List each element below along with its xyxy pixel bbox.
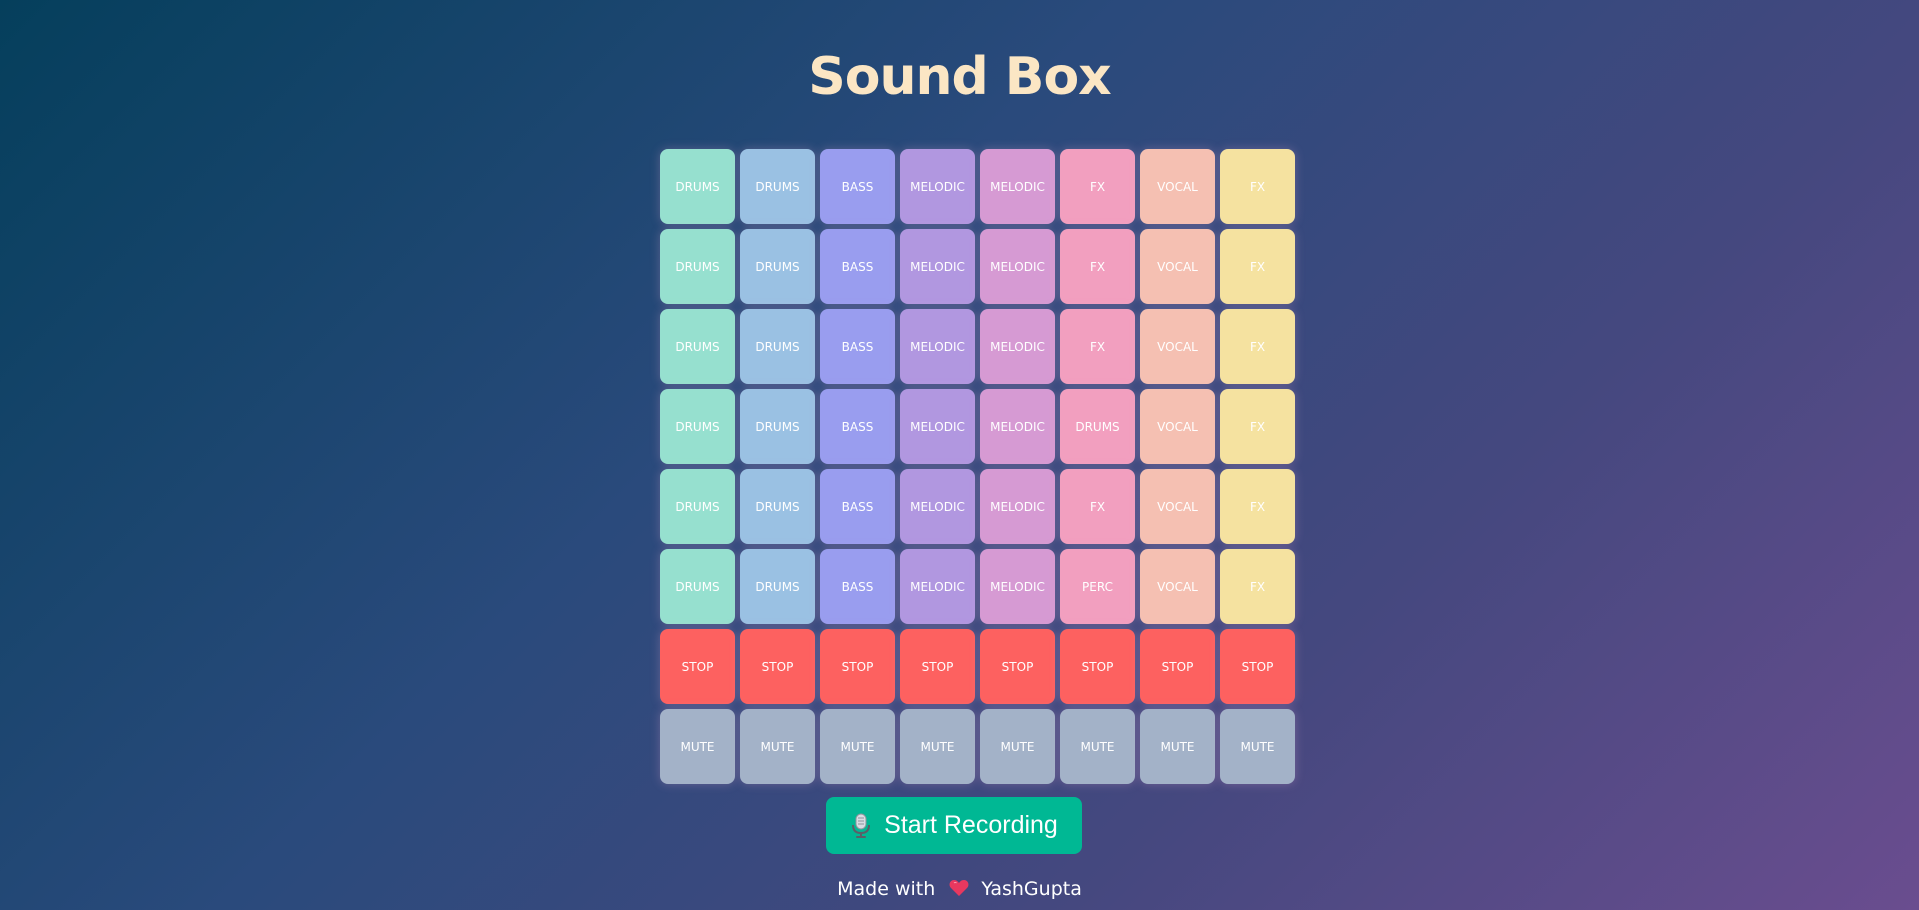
pad-mute-r8-c5[interactable]: MUTE [980, 709, 1055, 784]
pad-stop-r7-c2[interactable]: STOP [740, 629, 815, 704]
pad-stop-r7-c6[interactable]: STOP [1060, 629, 1135, 704]
pad-melodic-r3-c5[interactable]: MELODIC [980, 309, 1055, 384]
pad-stop-r7-c7[interactable]: STOP [1140, 629, 1215, 704]
pad-stop-r7-c4[interactable]: STOP [900, 629, 975, 704]
pad-bass-r4-c3[interactable]: BASS [820, 389, 895, 464]
pad-bass-r6-c3[interactable]: BASS [820, 549, 895, 624]
pad-drums-r3-c2[interactable]: DRUMS [740, 309, 815, 384]
pad-stop-r7-c8[interactable]: STOP [1220, 629, 1295, 704]
pad-drums-r4-c6[interactable]: DRUMS [1060, 389, 1135, 464]
start-recording-label: Start Recording [884, 811, 1058, 839]
pad-stop-r7-c5[interactable]: STOP [980, 629, 1055, 704]
pad-melodic-r3-c4[interactable]: MELODIC [900, 309, 975, 384]
pad-melodic-r1-c5[interactable]: MELODIC [980, 149, 1055, 224]
pad-fx-r4-c8[interactable]: FX [1220, 389, 1295, 464]
pad-mute-r8-c4[interactable]: MUTE [900, 709, 975, 784]
pad-drums-r6-c2[interactable]: DRUMS [740, 549, 815, 624]
pad-fx-r2-c8[interactable]: FX [1220, 229, 1295, 304]
pad-drums-r1-c1[interactable]: DRUMS [660, 149, 735, 224]
pad-fx-r5-c8[interactable]: FX [1220, 469, 1295, 544]
pad-mute-r8-c1[interactable]: MUTE [660, 709, 735, 784]
pad-bass-r3-c3[interactable]: BASS [820, 309, 895, 384]
pad-drums-r5-c2[interactable]: DRUMS [740, 469, 815, 544]
footer: Made with YashGupta [0, 876, 1919, 902]
start-recording-button[interactable]: Start Recording [826, 797, 1082, 854]
pad-drums-r4-c1[interactable]: DRUMS [660, 389, 735, 464]
microphone-icon [850, 813, 872, 839]
pad-vocal-r6-c7[interactable]: VOCAL [1140, 549, 1215, 624]
pad-melodic-r2-c5[interactable]: MELODIC [980, 229, 1055, 304]
pad-melodic-r5-c5[interactable]: MELODIC [980, 469, 1055, 544]
pad-perc-r6-c6[interactable]: PERC [1060, 549, 1135, 624]
pad-drums-r1-c2[interactable]: DRUMS [740, 149, 815, 224]
pad-mute-r8-c6[interactable]: MUTE [1060, 709, 1135, 784]
pad-melodic-r5-c4[interactable]: MELODIC [900, 469, 975, 544]
pad-drums-r2-c2[interactable]: DRUMS [740, 229, 815, 304]
pad-melodic-r4-c5[interactable]: MELODIC [980, 389, 1055, 464]
pad-vocal-r2-c7[interactable]: VOCAL [1140, 229, 1215, 304]
pad-bass-r5-c3[interactable]: BASS [820, 469, 895, 544]
pad-drums-r2-c1[interactable]: DRUMS [660, 229, 735, 304]
pad-drums-r6-c1[interactable]: DRUMS [660, 549, 735, 624]
pad-fx-r6-c8[interactable]: FX [1220, 549, 1295, 624]
pad-fx-r5-c6[interactable]: FX [1060, 469, 1135, 544]
footer-prefix: Made with [837, 878, 936, 900]
pad-vocal-r3-c7[interactable]: VOCAL [1140, 309, 1215, 384]
pad-melodic-r1-c4[interactable]: MELODIC [900, 149, 975, 224]
pad-bass-r1-c3[interactable]: BASS [820, 149, 895, 224]
pad-fx-r3-c8[interactable]: FX [1220, 309, 1295, 384]
pad-vocal-r5-c7[interactable]: VOCAL [1140, 469, 1215, 544]
pad-stop-r7-c1[interactable]: STOP [660, 629, 735, 704]
pad-fx-r1-c8[interactable]: FX [1220, 149, 1295, 224]
pad-melodic-r6-c5[interactable]: MELODIC [980, 549, 1055, 624]
pad-drums-r4-c2[interactable]: DRUMS [740, 389, 815, 464]
pad-melodic-r6-c4[interactable]: MELODIC [900, 549, 975, 624]
pad-stop-r7-c3[interactable]: STOP [820, 629, 895, 704]
page-title: Sound Box [808, 47, 1111, 107]
pad-vocal-r4-c7[interactable]: VOCAL [1140, 389, 1215, 464]
pad-vocal-r1-c7[interactable]: VOCAL [1140, 149, 1215, 224]
pad-bass-r2-c3[interactable]: BASS [820, 229, 895, 304]
pad-drums-r5-c1[interactable]: DRUMS [660, 469, 735, 544]
pad-mute-r8-c8[interactable]: MUTE [1220, 709, 1295, 784]
pad-fx-r1-c6[interactable]: FX [1060, 149, 1135, 224]
pad-mute-r8-c3[interactable]: MUTE [820, 709, 895, 784]
pad-mute-r8-c7[interactable]: MUTE [1140, 709, 1215, 784]
pad-fx-r2-c6[interactable]: FX [1060, 229, 1135, 304]
heart-icon [949, 879, 969, 897]
footer-author: YashGupta [981, 878, 1082, 900]
pad-melodic-r4-c4[interactable]: MELODIC [900, 389, 975, 464]
pad-fx-r3-c6[interactable]: FX [1060, 309, 1135, 384]
pad-melodic-r2-c4[interactable]: MELODIC [900, 229, 975, 304]
pad-mute-r8-c2[interactable]: MUTE [740, 709, 815, 784]
sound-pad-grid: DRUMS DRUMS BASS MELODIC MELODIC FX VOCAL FX DRU… [660, 149, 1295, 784]
pad-drums-r3-c1[interactable]: DRUMS [660, 309, 735, 384]
